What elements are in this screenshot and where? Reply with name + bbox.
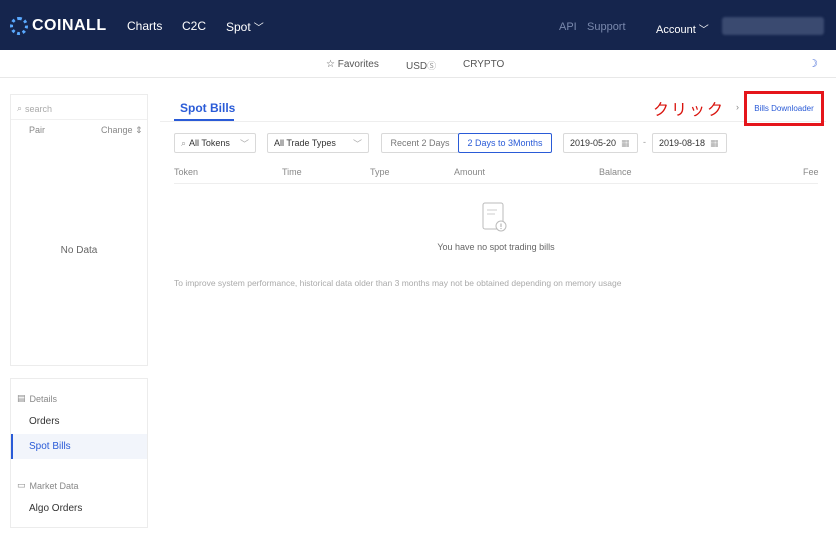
range-2-days-to-3-months[interactable]: 2 Days to 3Months <box>458 133 552 153</box>
subnav-crypto[interactable]: CRYPTO <box>463 59 504 70</box>
trade-types-value: All Trade Types <box>274 138 336 148</box>
account-id-redacted <box>722 17 824 35</box>
col-balance: Balance <box>599 167 632 177</box>
nav-charts[interactable]: Charts <box>127 19 162 33</box>
market-search[interactable]: ⌕ search <box>17 103 52 114</box>
col-time: Time <box>282 167 302 177</box>
range-recent-2-days[interactable]: Recent 2 Days <box>381 133 459 153</box>
tab-spot-bills[interactable]: Spot Bills <box>180 101 235 115</box>
calendar-icon: ▦ <box>710 137 719 148</box>
date-from-value: 2019-05-20 <box>570 138 617 148</box>
trade-types-select[interactable]: All Trade Types ﹀ <box>267 133 369 153</box>
subnav-favorites[interactable]: ☆ Favorites <box>326 59 379 70</box>
market-subnav: ☆ Favorites USDⓈ CRYPTO ☽ <box>0 50 836 78</box>
calendar-icon: ▦ <box>621 137 630 148</box>
subnav-usd[interactable]: USDⓈ <box>406 59 436 72</box>
nav-c2c[interactable]: C2C <box>182 19 206 33</box>
empty-state-text: You have no spot trading bills <box>437 242 555 252</box>
nav-api[interactable]: API <box>559 21 577 33</box>
account-menu-panel: ▤ Details Orders Spot Bills ▭ Market Data … <box>10 378 148 528</box>
history-notice: To improve system performance, historica… <box>174 278 622 288</box>
search-icon: ⌕ <box>181 137 187 148</box>
col-token: Token <box>174 167 199 177</box>
menu-head-details: ▤ Details <box>17 393 57 404</box>
star-icon: ☆ <box>326 59 335 70</box>
menu-orders[interactable]: Orders <box>29 416 60 427</box>
nav-spot-label: Spot <box>226 20 251 34</box>
chevron-right-icon: › <box>736 102 739 112</box>
chat-icon: ▭ <box>17 480 26 490</box>
search-icon: ⌕ <box>17 103 23 113</box>
menu-head-market-label: Market Data <box>29 480 79 491</box>
chevron-down-icon: ﹀ <box>239 139 249 149</box>
col-change-label: Change <box>101 125 133 135</box>
chevron-down-icon: ﹀ <box>253 23 264 34</box>
coinall-logo-icon <box>10 17 28 35</box>
bills-downloader-highlight: Bills Downloader <box>744 91 824 126</box>
nav-spot[interactable]: Spot ﹀ <box>226 19 264 34</box>
col-change[interactable]: Change ⇕ <box>101 125 143 136</box>
divider <box>11 119 147 120</box>
tokens-select-value: All Tokens <box>189 138 230 148</box>
market-list-panel: ⌕ search Pair Change ⇕ No Data <box>10 94 148 366</box>
nav-account[interactable]: Account ﹀ <box>656 21 709 36</box>
menu-head-market-data: ▭ Market Data <box>17 480 79 491</box>
dollar-circle-icon: Ⓢ <box>427 61 437 71</box>
tokens-select[interactable]: ⌕ All Tokens ﹀ <box>174 133 256 153</box>
top-nav-bar: COINALL Charts C2C Spot ﹀ API Support Acc… <box>0 0 836 50</box>
nav-support[interactable]: Support <box>587 21 626 33</box>
menu-head-details-label: Details <box>29 393 58 404</box>
tab-divider <box>160 121 826 122</box>
list-icon: ▤ <box>17 393 26 403</box>
logo-text: COINALL <box>32 17 107 34</box>
date-from-input[interactable]: 2019-05-20 ▦ <box>563 133 638 153</box>
nav-account-label: Account <box>656 24 696 36</box>
col-pair: Pair <box>29 125 46 135</box>
menu-spot-bills[interactable]: Spot Bills <box>29 441 71 452</box>
table-header-divider <box>174 183 818 184</box>
chevron-down-icon: ﹀ <box>698 25 709 36</box>
col-amount: Amount <box>454 167 486 177</box>
bills-downloader-link[interactable]: Bills Downloader <box>754 104 814 113</box>
col-type: Type <box>370 167 390 177</box>
subnav-favorites-label: Favorites <box>337 59 379 70</box>
date-to-input[interactable]: 2019-08-18 ▦ <box>652 133 727 153</box>
subnav-usd-label: USD <box>406 61 428 72</box>
sort-icon: ⇕ <box>135 125 143 135</box>
no-data-text: No Data <box>60 245 98 256</box>
date-to-value: 2019-08-18 <box>659 138 706 148</box>
coinall-logo[interactable]: COINALL <box>10 16 107 36</box>
empty-document-icon <box>482 202 507 232</box>
date-range-separator: - <box>643 137 646 147</box>
search-placeholder: search <box>25 103 53 114</box>
click-annotation: クリック <box>653 100 726 119</box>
col-fee: Fee <box>803 167 819 177</box>
menu-algo-orders[interactable]: Algo Orders <box>29 503 82 514</box>
moon-icon[interactable]: ☽ <box>808 57 818 70</box>
chevron-down-icon: ﹀ <box>352 139 362 149</box>
